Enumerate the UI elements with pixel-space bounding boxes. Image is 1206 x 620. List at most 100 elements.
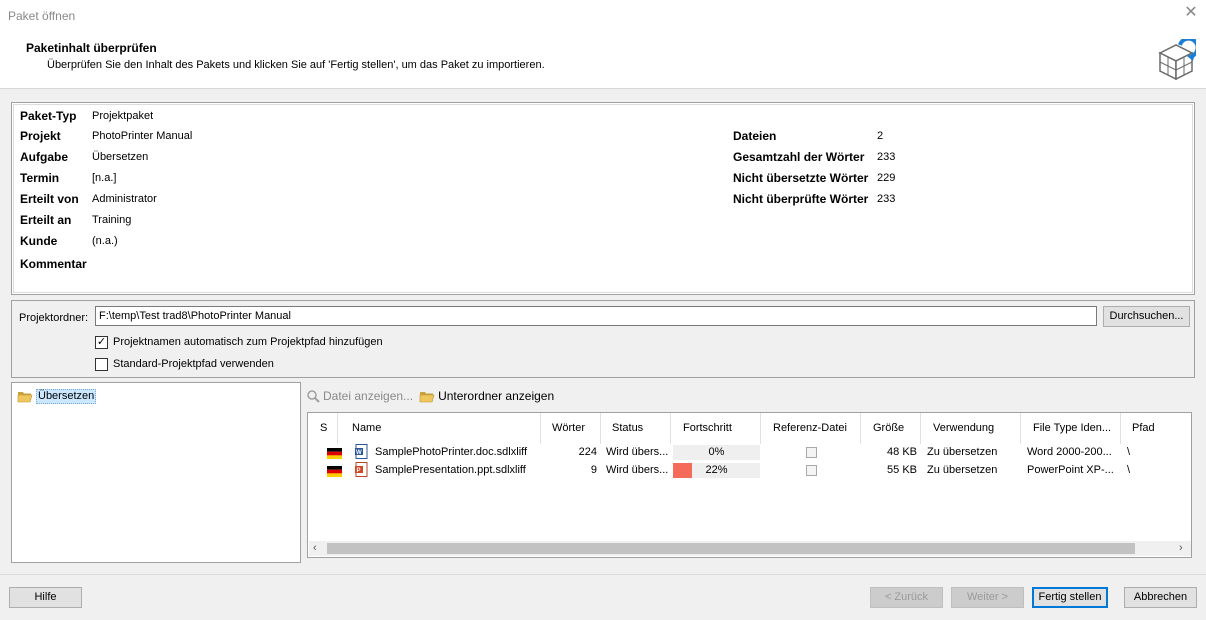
reference-file-checkbox[interactable]: [806, 447, 817, 458]
column-header-progress[interactable]: Fortschritt: [671, 413, 761, 444]
row-size: 48 KB: [887, 446, 917, 458]
row-usage: Zu übersetzen: [927, 464, 998, 476]
back-button[interactable]: < Zurück: [870, 587, 943, 608]
info-label-issued-to: Erteilt an: [20, 213, 72, 227]
magnifier-icon: [307, 390, 320, 403]
open-folder-icon: [17, 391, 33, 402]
column-header-reference-file[interactable]: Referenz-Datei: [761, 413, 861, 444]
file-toolbar: Datei anzeigen... Unterordner anzeigen: [306, 386, 554, 406]
info-label-comment: Kommentar: [20, 257, 87, 271]
german-flag-icon: [327, 464, 342, 478]
info-label-files: Dateien: [733, 129, 777, 143]
info-label-customer: Kunde: [20, 234, 58, 248]
column-header-words[interactable]: Wörter: [541, 413, 601, 444]
info-value-package-type: Projektpaket: [92, 110, 154, 122]
reference-file-checkbox[interactable]: [806, 465, 817, 476]
row-status: Wird übers...: [606, 446, 669, 458]
column-header-usage[interactable]: Verwendung: [921, 413, 1021, 444]
scroll-left-icon[interactable]: ‹: [313, 541, 317, 556]
help-button[interactable]: Hilfe: [9, 587, 82, 608]
powerpoint-file-icon: P: [355, 462, 369, 480]
progress-bar: 0%: [673, 445, 760, 460]
column-header-name[interactable]: Name: [338, 413, 541, 444]
folder-tree: Übersetzen: [11, 382, 301, 563]
button-bar: Hilfe < Zurück Weiter > Fertig stellen A…: [0, 574, 1206, 620]
page-title: Paketinhalt überprüfen: [26, 41, 157, 55]
row-path: \: [1127, 464, 1131, 476]
row-file-type: PowerPoint XP-...: [1027, 464, 1114, 476]
page-subtitle: Überprüfen Sie den Inhalt des Pakets und…: [47, 59, 545, 71]
show-subfolder-label: Unterordner anzeigen: [438, 389, 555, 403]
project-folder-input[interactable]: [95, 306, 1097, 326]
package-info-inner: Paket-Typ Projektpaket Projekt PhotoPrin…: [13, 104, 1193, 293]
info-label-untranslated-words: Nicht übersetzte Wörter: [733, 171, 869, 185]
scroll-right-icon[interactable]: ›: [1179, 541, 1183, 556]
info-label-total-words: Gesamtzahl der Wörter: [733, 150, 865, 164]
info-value-task: Übersetzen: [92, 151, 149, 163]
package-info-panel: Paket-Typ Projektpaket Projekt PhotoPrin…: [11, 102, 1195, 295]
info-value-untranslated-words: 229: [877, 172, 896, 184]
default-path-label: Standard-Projektpfad verwenden: [113, 358, 274, 370]
info-label-unreviewed-words: Nicht überprüfte Wörter: [733, 192, 869, 206]
german-flag-icon: [327, 446, 342, 460]
progress-text: 22%: [705, 464, 728, 476]
row-path: \: [1127, 446, 1131, 458]
info-value-issued-to: Training: [92, 214, 132, 226]
column-header-size[interactable]: Größe: [861, 413, 921, 444]
info-value-deadline: [n.a.]: [92, 172, 117, 184]
scrollbar-thumb[interactable]: [327, 543, 1135, 554]
package-cube-icon: [1158, 39, 1196, 81]
show-subfolder-button[interactable]: Unterordner anzeigen: [419, 389, 554, 403]
svg-text:W: W: [356, 450, 362, 456]
info-label-package-type: Paket-Typ: [20, 109, 77, 123]
info-value-total-words: 233: [877, 151, 896, 163]
progress-text: 0%: [708, 446, 725, 458]
default-path-checkbox[interactable]: [95, 358, 108, 371]
window-title: Paket öffnen: [8, 9, 76, 23]
browse-button[interactable]: Durchsuchen...: [1103, 306, 1190, 327]
file-grid: S Name Wörter Status Fortschritt Referen…: [307, 412, 1192, 558]
table-row[interactable]: P SamplePresentation.ppt.sdlxliff 9 Wird…: [308, 461, 1191, 480]
info-value-project: PhotoPrinter Manual: [92, 130, 193, 142]
info-value-unreviewed-words: 233: [877, 193, 896, 205]
row-file-type: Word 2000-200...: [1027, 446, 1112, 458]
column-header-status[interactable]: Status: [601, 413, 671, 444]
info-label-task: Aufgabe: [20, 150, 68, 164]
cancel-button[interactable]: Abbrechen: [1124, 587, 1197, 608]
row-words: 9: [590, 464, 597, 476]
add-project-name-checkbox[interactable]: ✓: [95, 336, 108, 349]
svg-text:P: P: [357, 468, 361, 474]
add-project-name-label: Projektnamen automatisch zum Projektpfad…: [113, 336, 383, 348]
row-usage: Zu übersetzen: [927, 446, 998, 458]
word-file-icon: W: [355, 444, 369, 462]
next-button[interactable]: Weiter >: [951, 587, 1024, 608]
show-file-button[interactable]: Datei anzeigen...: [306, 389, 413, 403]
show-file-label: Datei anzeigen...: [323, 389, 414, 403]
project-folder-label: Projektordner:: [19, 312, 89, 324]
title-bar: Paket öffnen ✕: [0, 0, 1206, 31]
progress-bar: 22%: [673, 463, 760, 478]
info-value-issued-by: Administrator: [92, 193, 157, 205]
finish-button[interactable]: Fertig stellen: [1032, 587, 1108, 608]
info-label-issued-by: Erteilt von: [20, 192, 79, 206]
project-folder-group: Projektordner: Durchsuchen... ✓ Projektn…: [11, 300, 1195, 378]
table-row[interactable]: W SamplePhotoPrinter.doc.sdlxliff 224 Wi…: [308, 443, 1191, 462]
row-name: SamplePhotoPrinter.doc.sdlxliff: [375, 446, 528, 458]
info-label-deadline: Termin: [20, 171, 60, 185]
folder-icon: [419, 391, 435, 402]
info-value-customer: (n.a.): [92, 235, 118, 247]
info-label-project: Projekt: [20, 129, 61, 143]
row-size: 55 KB: [887, 464, 917, 476]
wizard-header: Paketinhalt überprüfen Überprüfen Sie de…: [0, 31, 1206, 89]
info-value-files: 2: [877, 130, 884, 142]
close-icon[interactable]: ✕: [1183, 5, 1199, 21]
column-header-path[interactable]: Pfad: [1121, 413, 1191, 444]
horizontal-scrollbar[interactable]: ‹ ›: [309, 541, 1191, 556]
tree-node-label: Übersetzen: [36, 388, 97, 404]
tree-node-translate[interactable]: Übersetzen: [17, 388, 97, 404]
column-header-status-flag[interactable]: S: [308, 413, 338, 444]
row-words: 224: [578, 446, 597, 458]
column-header-file-type[interactable]: File Type Iden...: [1021, 413, 1121, 444]
row-status: Wird übers...: [606, 464, 669, 476]
row-name: SamplePresentation.ppt.sdlxliff: [375, 464, 526, 476]
